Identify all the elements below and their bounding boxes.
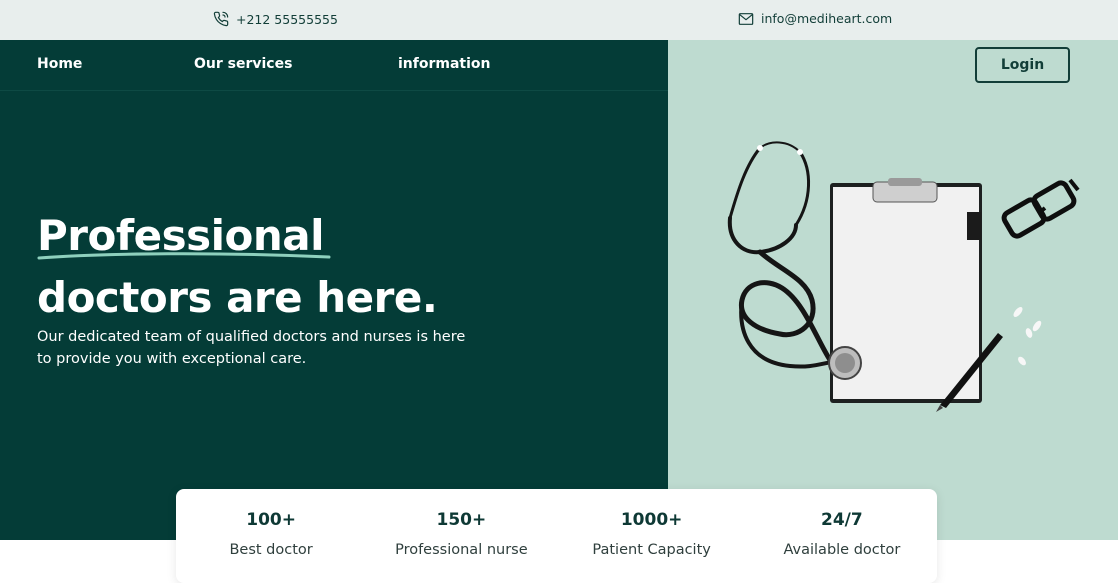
email-address: info@mediheart.com bbox=[761, 11, 893, 26]
mail-icon bbox=[738, 12, 754, 26]
stat-professional-nurse: 150+ Professional nurse bbox=[366, 489, 556, 583]
stat-available-doctor: 24/7 Available doctor bbox=[747, 489, 937, 583]
stat-label: Best doctor bbox=[229, 542, 313, 558]
hero-headline: Professional doctors are here. bbox=[37, 205, 438, 329]
email-contact[interactable]: info@mediheart.com bbox=[738, 11, 892, 26]
stat-best-doctor: 100+ Best doctor bbox=[176, 489, 366, 583]
chestpiece-icon bbox=[828, 346, 862, 380]
stat-patient-capacity: 1000+ Patient Capacity bbox=[557, 489, 747, 583]
nav-divider bbox=[0, 90, 668, 91]
stat-label: Professional nurse bbox=[395, 542, 528, 558]
stat-label: Available doctor bbox=[783, 542, 901, 558]
landing-page: +212 55555555 info@mediheart.com Home Ou… bbox=[0, 0, 1118, 583]
hero-subtitle: Our dedicated team of qualified doctors … bbox=[37, 329, 466, 367]
stat-value: 150+ bbox=[436, 510, 487, 530]
glasses-icon bbox=[1001, 178, 1080, 239]
stat-label: Patient Capacity bbox=[592, 542, 711, 558]
login-button[interactable]: Login bbox=[975, 47, 1070, 83]
nav-home[interactable]: Home bbox=[37, 56, 82, 72]
contact-bar: +212 55555555 info@mediheart.com bbox=[0, 0, 1118, 40]
stat-value: 24/7 bbox=[821, 510, 863, 530]
earpiece bbox=[757, 145, 763, 151]
phone-number: +212 55555555 bbox=[236, 11, 338, 27]
headline-line-2: doctors are here. bbox=[37, 273, 438, 322]
earpiece bbox=[797, 149, 803, 155]
stats-card: 100+ Best doctor 150+ Professional nurse… bbox=[176, 489, 937, 583]
stat-value: 1000+ bbox=[620, 510, 683, 530]
stethoscope-icon bbox=[727, 141, 834, 369]
headline-underline bbox=[37, 252, 331, 260]
pills-icon bbox=[1013, 307, 1042, 366]
phone-icon bbox=[213, 11, 229, 27]
stethoscope-clipboard-glasses-pen-icon bbox=[727, 141, 1080, 412]
nav-information[interactable]: information bbox=[398, 56, 491, 72]
phone-contact[interactable]: +212 55555555 bbox=[213, 11, 338, 27]
headline-line-1: Professional bbox=[37, 205, 331, 267]
stat-value: 100+ bbox=[246, 510, 296, 530]
nav-our-services[interactable]: Our services bbox=[194, 56, 292, 72]
